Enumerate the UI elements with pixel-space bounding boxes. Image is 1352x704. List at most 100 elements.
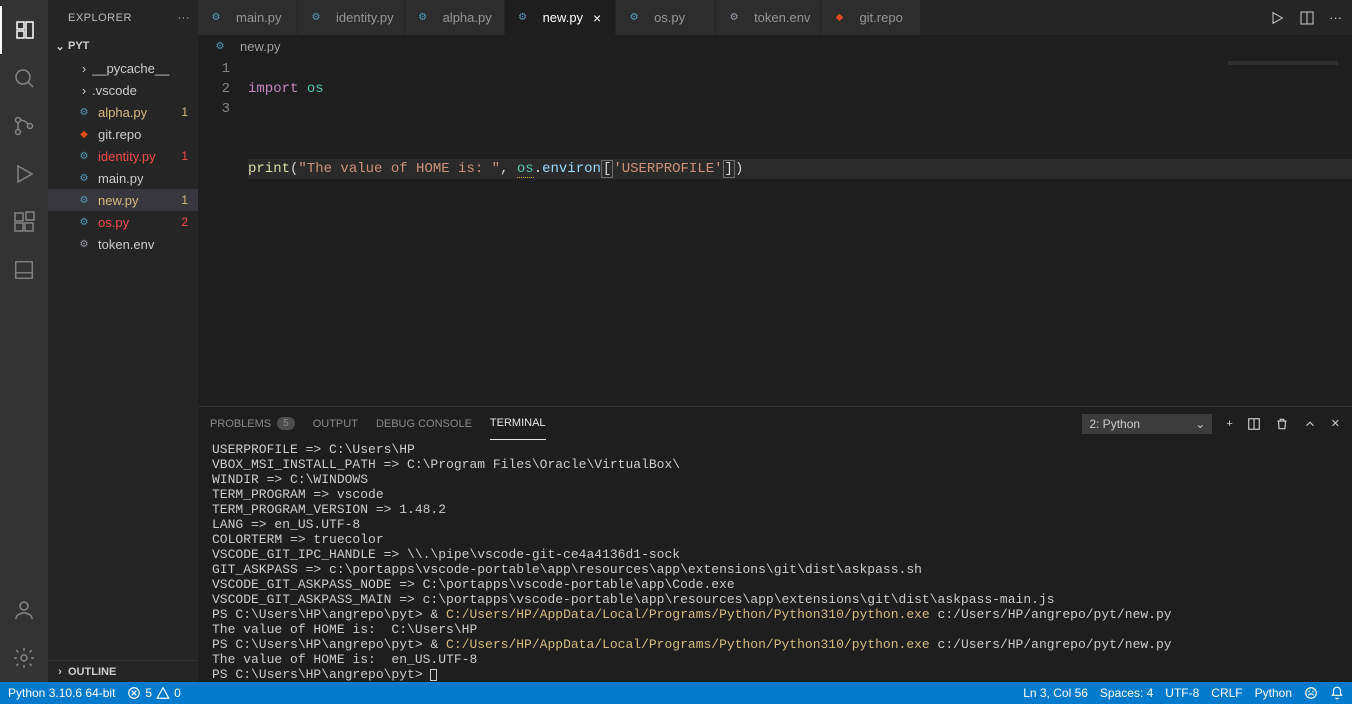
sidebar-title: EXPLORER ··· bbox=[48, 0, 198, 35]
file-name: main.py bbox=[98, 171, 198, 186]
tab-debug-console[interactable]: DEBUG CONSOLE bbox=[376, 407, 472, 440]
panel-icon[interactable] bbox=[0, 246, 48, 294]
more-actions-icon[interactable]: ··· bbox=[1329, 10, 1342, 25]
terminal-line: PS C:\Users\HP\angrepo\pyt> bbox=[212, 667, 1338, 682]
editor-tab[interactable]: ⚙ main.py bbox=[198, 0, 298, 35]
status-cursor[interactable]: Ln 3, Col 56 bbox=[1023, 686, 1088, 700]
settings-gear-icon[interactable] bbox=[0, 634, 48, 682]
file-item[interactable]: ⚙alpha.py1 bbox=[48, 101, 198, 123]
terminal-line: VSCODE_GIT_ASKPASS_MAIN => c:\portapps\v… bbox=[212, 592, 1338, 607]
python-file-icon: ⚙ bbox=[76, 148, 92, 164]
punct: ) bbox=[735, 161, 743, 177]
tab-terminal[interactable]: TERMINAL bbox=[490, 407, 546, 440]
maximize-panel-icon[interactable] bbox=[1303, 417, 1317, 431]
python-file-icon: ⚙ bbox=[208, 10, 224, 26]
explorer-icon[interactable] bbox=[0, 6, 48, 54]
status-error-count: 5 bbox=[145, 686, 152, 700]
editor-tab[interactable]: ⚙os.py bbox=[616, 0, 716, 35]
chevron-right-icon: › bbox=[76, 61, 92, 76]
outline-label: OUTLINE bbox=[68, 666, 116, 678]
breadcrumb-file: new.py bbox=[240, 39, 280, 54]
terminal-line: VSCODE_GIT_IPC_HANDLE => \\.\pipe\vscode… bbox=[212, 547, 1338, 562]
file-item[interactable]: ⚙os.py2 bbox=[48, 211, 198, 233]
close-tab-icon[interactable]: × bbox=[589, 10, 605, 26]
split-terminal-icon[interactable] bbox=[1247, 417, 1261, 431]
new-terminal-icon[interactable]: + bbox=[1226, 418, 1232, 430]
python-file-icon: ⚙ bbox=[212, 38, 228, 54]
terminal-line: TERM_PROGRAM_VERSION => 1.48.2 bbox=[212, 502, 1338, 517]
env-file-icon: ⚙ bbox=[76, 236, 92, 252]
project-name: PYT bbox=[68, 40, 89, 52]
close-panel-icon[interactable]: ✕ bbox=[1331, 417, 1340, 430]
file-name: .vscode bbox=[92, 83, 198, 98]
module: os bbox=[517, 161, 534, 178]
attr: environ bbox=[542, 161, 601, 177]
kill-terminal-icon[interactable] bbox=[1275, 417, 1289, 431]
punct: . bbox=[534, 161, 542, 177]
diagnostics-badge: 1 bbox=[181, 149, 198, 163]
search-icon[interactable] bbox=[0, 54, 48, 102]
file-name: __pycache__ bbox=[92, 61, 198, 76]
terminal-line: USERPROFILE => C:\Users\HP bbox=[212, 442, 1338, 457]
tab-bar: ⚙ main.py ⚙ identity.py ⚙alpha.py⚙new.py×⚙os… bbox=[198, 0, 1352, 35]
tab-output[interactable]: OUTPUT bbox=[313, 407, 358, 440]
editor-tab[interactable]: ◆git.repo bbox=[821, 0, 921, 35]
file-item[interactable]: ⚙token.env bbox=[48, 233, 198, 255]
line-number: 3 bbox=[198, 99, 230, 119]
chevron-right-icon: › bbox=[76, 83, 92, 98]
code-content[interactable]: import os print("The value of HOME is: "… bbox=[248, 57, 1352, 406]
run-debug-icon[interactable] bbox=[0, 150, 48, 198]
problems-count: 5 bbox=[277, 417, 295, 430]
feedback-icon[interactable] bbox=[1304, 686, 1318, 700]
notifications-icon[interactable] bbox=[1330, 686, 1344, 700]
module: os bbox=[298, 81, 323, 97]
tab-label: main.py bbox=[236, 10, 282, 25]
editor-tab[interactable]: ⚙token.env bbox=[716, 0, 821, 35]
terminal-output[interactable]: USERPROFILE => C:\Users\HPVBOX_MSI_INSTA… bbox=[198, 440, 1352, 682]
editor-tab[interactable]: ⚙new.py× bbox=[505, 0, 616, 35]
folder-item[interactable]: ›.vscode bbox=[48, 79, 198, 101]
code-editor[interactable]: 1 2 3 import os print("The value of HOME… bbox=[198, 57, 1352, 406]
account-icon[interactable] bbox=[0, 586, 48, 634]
tab-label: os.py bbox=[654, 10, 685, 25]
status-eol[interactable]: CRLF bbox=[1211, 686, 1242, 700]
run-icon[interactable] bbox=[1269, 10, 1285, 26]
terminal-line: LANG => en_US.UTF-8 bbox=[212, 517, 1338, 532]
breadcrumb[interactable]: ⚙ new.py bbox=[198, 35, 1352, 57]
terminal-line: The value of HOME is: en_US.UTF-8 bbox=[212, 652, 1338, 667]
split-editor-icon[interactable] bbox=[1299, 10, 1315, 26]
punct: , bbox=[500, 161, 517, 177]
string: 'USERPROFILE' bbox=[613, 161, 722, 177]
minimap[interactable] bbox=[1228, 61, 1338, 65]
more-icon[interactable]: ··· bbox=[178, 12, 191, 24]
tab-label: identity.py bbox=[336, 10, 394, 25]
project-header[interactable]: ⌄ PYT bbox=[48, 35, 198, 57]
chevron-right-icon: › bbox=[52, 666, 68, 678]
editor-group: ⚙main.py⚙identity.py⚙alpha.py⚙new.py×⚙os… bbox=[198, 0, 1352, 682]
file-tree: ›__pycache__›.vscode⚙alpha.py1◆git.repo⚙… bbox=[48, 57, 198, 660]
python-file-icon: ⚙ bbox=[308, 10, 324, 26]
status-language[interactable]: Python bbox=[1255, 686, 1292, 700]
status-indent[interactable]: Spaces: 4 bbox=[1100, 686, 1153, 700]
outline-header[interactable]: › OUTLINE bbox=[48, 660, 198, 682]
source-control-icon[interactable] bbox=[0, 102, 48, 150]
terminal-selector[interactable]: 2: Python ⌄ bbox=[1082, 414, 1212, 434]
status-problems[interactable]: 5 0 bbox=[127, 686, 180, 700]
keyword: import bbox=[248, 81, 298, 97]
python-file-icon: ⚙ bbox=[76, 170, 92, 186]
extensions-icon[interactable] bbox=[0, 198, 48, 246]
tab-problems[interactable]: PROBLEMS 5 bbox=[210, 407, 295, 440]
status-bar: Python 3.10.6 64-bit 5 0 Ln 3, Col 56 Sp… bbox=[0, 682, 1352, 704]
status-python[interactable]: Python 3.10.6 64-bit bbox=[8, 686, 115, 700]
chevron-down-icon: ⌄ bbox=[52, 40, 68, 53]
editor-tab[interactable]: ⚙alpha.py bbox=[405, 0, 505, 35]
file-item[interactable]: ⚙identity.py1 bbox=[48, 145, 198, 167]
folder-item[interactable]: ›__pycache__ bbox=[48, 57, 198, 79]
file-item[interactable]: ⚙new.py1 bbox=[48, 189, 198, 211]
file-item[interactable]: ⚙ main.py bbox=[48, 167, 198, 189]
explorer-label: EXPLORER bbox=[68, 12, 132, 24]
editor-tab[interactable]: ⚙ identity.py bbox=[298, 0, 405, 35]
file-item[interactable]: ◆git.repo bbox=[48, 123, 198, 145]
diagnostics-badge: 1 bbox=[181, 105, 198, 119]
status-encoding[interactable]: UTF-8 bbox=[1165, 686, 1199, 700]
